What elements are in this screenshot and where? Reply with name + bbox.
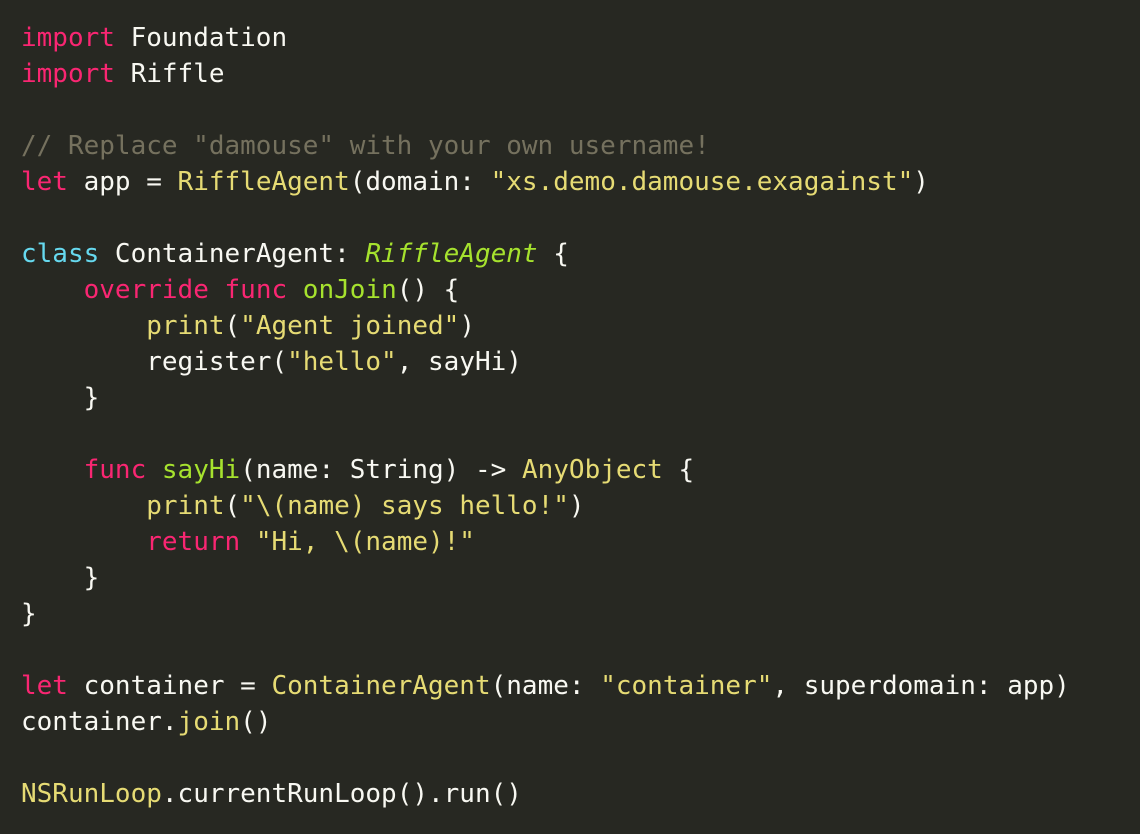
code-token: register( <box>21 347 288 377</box>
code-token: container. <box>21 707 178 737</box>
code-token: func <box>83 455 147 485</box>
code-token: (name: <box>490 671 601 701</box>
code-line: import Riffle <box>21 56 1070 92</box>
code-token: () { <box>396 275 460 305</box>
code-token: "container" <box>600 671 773 701</box>
code-line: } <box>21 596 1070 632</box>
code-token: let <box>21 167 68 197</box>
code-token: RiffleAgent <box>365 239 538 269</box>
code-token: { <box>537 239 569 269</box>
code-line: print("\(name) says hello!") <box>21 488 1070 524</box>
code-token: let <box>21 671 68 701</box>
code-token: } <box>21 563 100 593</box>
code-token: "\(name) says hello!" <box>240 491 569 521</box>
code-token: ContainerAgent <box>271 671 491 701</box>
code-line: let container = ContainerAgent(name: "co… <box>21 668 1070 704</box>
code-token: "Hi, \(name)!" <box>255 527 475 557</box>
code-line: import Foundation <box>21 20 1070 56</box>
code-token: container = <box>67 671 272 701</box>
code-token: NSRunLoop <box>21 779 162 809</box>
code-token: ) <box>913 167 929 197</box>
code-token: { <box>662 455 695 485</box>
code-token: ContainerAgent: <box>99 239 366 269</box>
code-line: container.join() <box>21 704 1070 740</box>
code-token: import <box>21 23 115 53</box>
code-token: Riffle <box>114 59 225 89</box>
code-token: ) <box>568 491 585 521</box>
code-token: import <box>21 59 115 89</box>
code-token: // Replace "damouse" with your own usern… <box>21 131 710 161</box>
code-token: (domain: <box>349 167 491 197</box>
code-token: join <box>177 707 241 737</box>
code-token: override <box>83 275 209 305</box>
code-token: ) <box>459 311 475 341</box>
code-token: } <box>21 599 37 629</box>
code-line: func sayHi(name: String) -> AnyObject { <box>21 452 1070 488</box>
code-token: app = <box>67 167 178 197</box>
code-token: Foundation <box>114 23 288 53</box>
code-token: (name: String) -> <box>240 455 522 485</box>
code-token: () <box>240 707 272 737</box>
code-line: // Replace "damouse" with your own usern… <box>21 128 1070 164</box>
code-token: AnyObject <box>521 455 663 485</box>
code-line: class ContainerAgent: RiffleAgent { <box>21 236 1070 272</box>
code-token: } <box>21 383 100 413</box>
code-editor: import Foundation import Riffle// Replace… <box>21 20 1070 812</box>
code-token: func <box>224 275 288 305</box>
code-line: let app = RiffleAgent(domain: "xs.demo.d… <box>21 164 1070 200</box>
code-token: ( <box>224 311 241 341</box>
code-line: } <box>21 380 1070 416</box>
code-line: NSRunLoop.currentRunLoop().run() <box>21 776 1070 812</box>
code-token: class <box>21 239 100 269</box>
code-token: sayHi <box>161 455 241 485</box>
code-line: return "Hi, \(name)!" <box>21 524 1070 560</box>
code-line: } <box>21 560 1070 596</box>
code-token: RiffleAgent <box>177 167 350 197</box>
code-token: "Agent joined" <box>240 311 460 341</box>
code-token: return <box>146 527 241 557</box>
code-token: print <box>146 491 225 521</box>
code-token: onJoin <box>302 275 397 305</box>
code-token: , sayHi) <box>396 347 522 377</box>
code-token: .currentRunLoop().run() <box>161 779 522 809</box>
code-token: print <box>146 311 225 341</box>
code-line: print("Agent joined") <box>21 308 1070 344</box>
code-token: "hello" <box>287 347 397 377</box>
code-token: "xs.demo.damouse.exagainst" <box>490 167 914 197</box>
code-line: override func onJoin() { <box>21 272 1070 308</box>
code-token: , superdomain: app) <box>772 671 1070 701</box>
code-line: register("hello", sayHi) <box>21 344 1070 380</box>
code-token: ( <box>224 491 241 521</box>
